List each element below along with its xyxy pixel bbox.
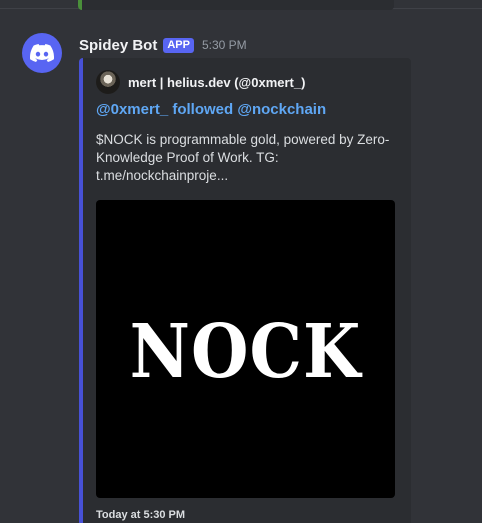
previous-embed [78, 0, 394, 10]
author-avatar [96, 70, 120, 94]
embed-card: mert | helius.dev (@0xmert_) @0xmert_ fo… [79, 58, 411, 523]
message-timestamp[interactable]: 5:30 PM [202, 38, 247, 52]
embed-title-link[interactable]: @0xmert_ followed @nockchain [96, 101, 326, 118]
embed-author: mert | helius.dev (@0xmert_) [96, 70, 305, 94]
author-name[interactable]: mert | helius.dev (@0xmert_) [128, 75, 305, 90]
discord-logo-icon [30, 44, 54, 62]
bot-avatar[interactable] [22, 33, 62, 73]
embed-description: $NOCK is programmable gold, powered by Z… [96, 132, 390, 183]
embed-footer-timestamp: Today at 5:30 PM [96, 509, 186, 521]
embed-image[interactable]: NOCK [96, 200, 395, 498]
chat-panel: Spidey Bot APP 5:30 PM mert | helius.dev… [0, 0, 482, 523]
image-nock-text: NOCK [129, 307, 362, 395]
app-badge: APP [163, 37, 194, 53]
username[interactable]: Spidey Bot [79, 37, 157, 54]
message-header: Spidey Bot APP 5:30 PM [79, 36, 247, 54]
